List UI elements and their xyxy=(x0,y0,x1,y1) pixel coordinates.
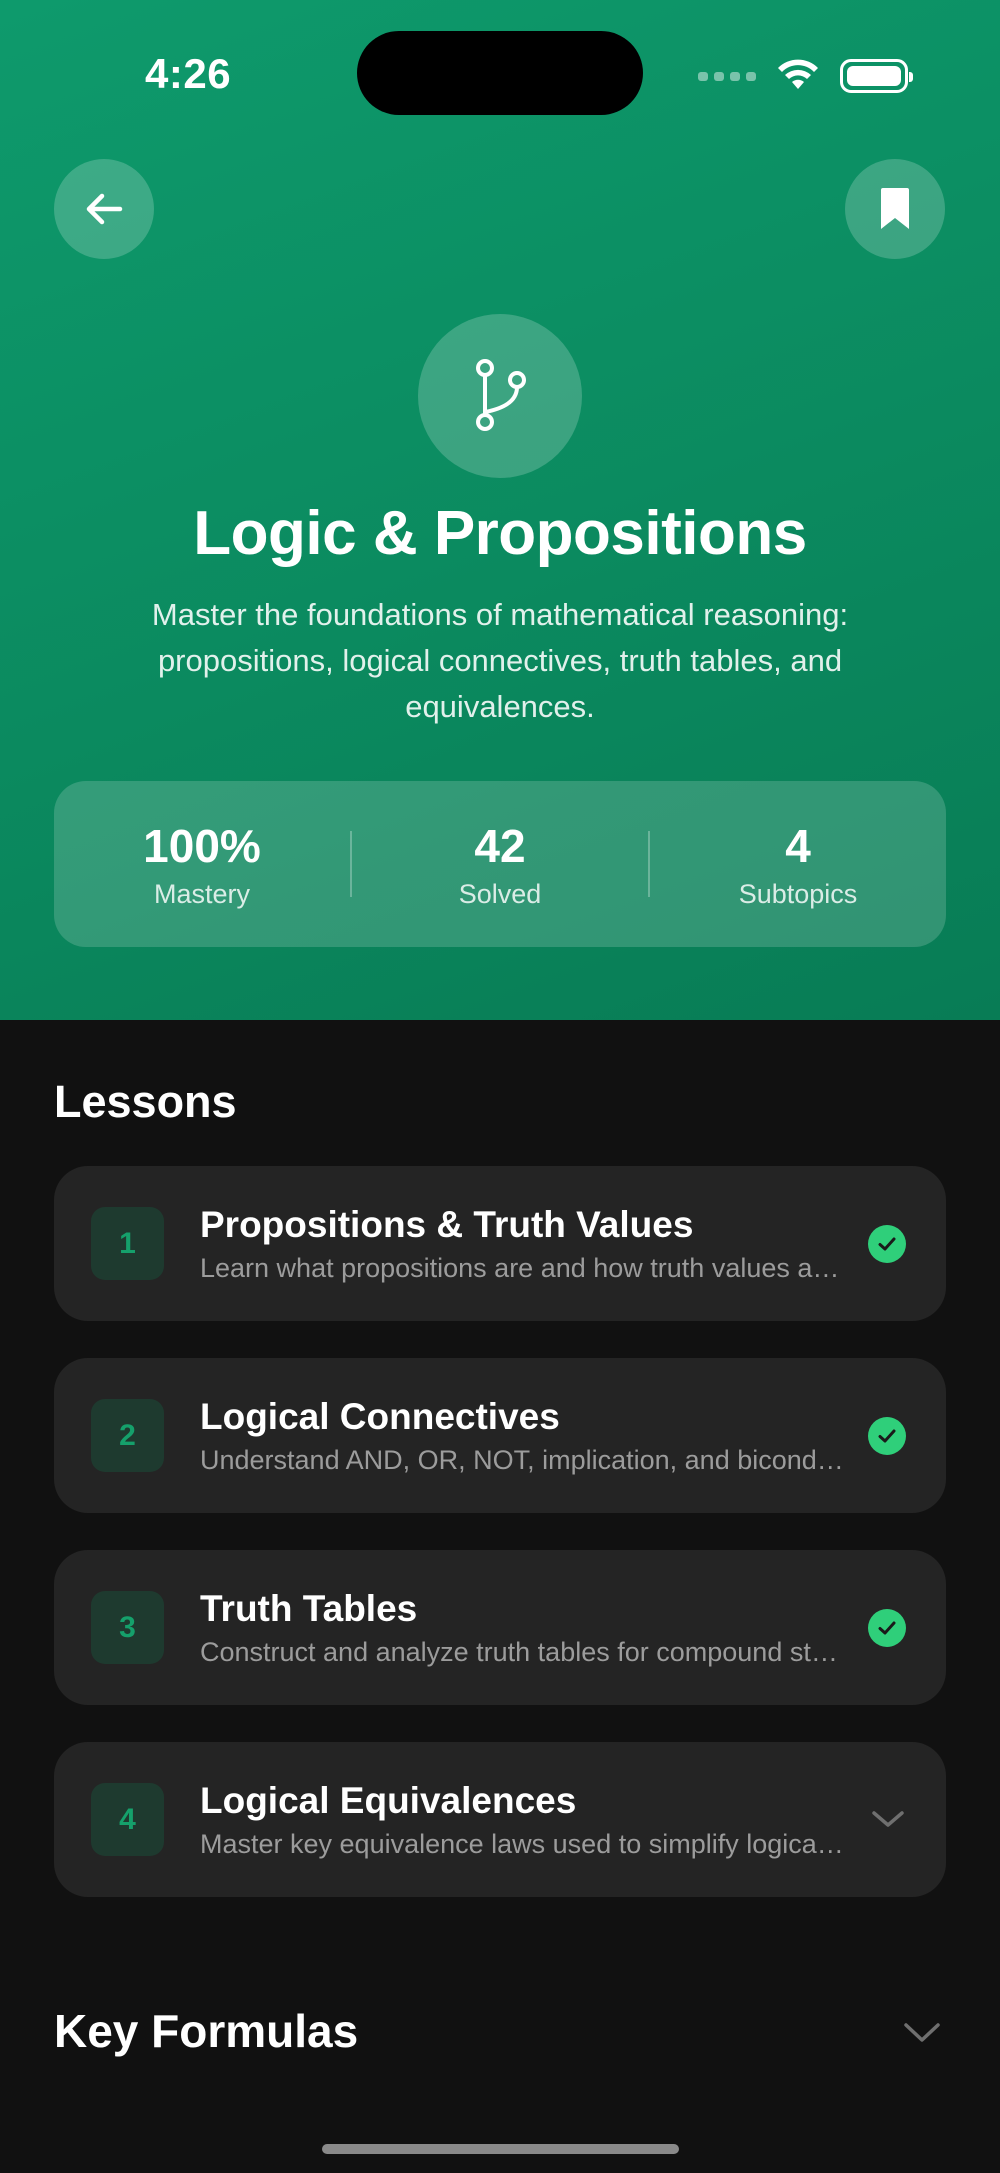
status-time: 4:26 xyxy=(145,50,232,97)
check-circle-icon xyxy=(868,1225,906,1263)
lesson-subtitle: Learn what propositions are and how trut… xyxy=(200,1253,845,1283)
arrow-left-icon xyxy=(86,193,123,225)
lesson-subtitle: Construct and analyze truth tables for c… xyxy=(200,1637,845,1667)
stats-card: 100% Mastery 42 Solved 4 Subtopics xyxy=(54,781,946,947)
chevron-down-icon[interactable] xyxy=(902,2018,942,2048)
bookmark-icon xyxy=(881,188,909,229)
lessons-heading: Lessons xyxy=(54,1076,237,1127)
lesson-card[interactable]: 1 Propositions & Truth Values Learn what… xyxy=(54,1166,946,1321)
lesson-card[interactable]: 2 Logical Connectives Understand AND, OR… xyxy=(54,1358,946,1513)
bookmark-button[interactable] xyxy=(845,159,945,259)
lesson-subtitle: Understand AND, OR, NOT, implication, an… xyxy=(200,1445,845,1475)
lesson-subtitle: Master key equivalence laws used to simp… xyxy=(200,1829,845,1859)
lesson-number: 4 xyxy=(91,1783,164,1856)
lesson-number: 1 xyxy=(91,1207,164,1280)
key-formulas-heading[interactable]: Key Formulas xyxy=(54,2004,358,2058)
stat-label: Mastery xyxy=(153,878,251,909)
chevron-down-icon[interactable] xyxy=(868,1804,908,1834)
status-icons xyxy=(698,56,913,96)
git-branch-icon xyxy=(476,359,526,431)
lesson-number: 2 xyxy=(91,1399,164,1472)
topic-title: Logic & Propositions xyxy=(193,499,807,568)
stat-value: 4 xyxy=(785,819,811,872)
stat-label: Solved xyxy=(458,878,542,909)
stat-value: 42 xyxy=(474,819,526,872)
lesson-title: Propositions & Truth Values xyxy=(200,1204,694,1245)
lesson-title: Truth Tables xyxy=(200,1588,418,1629)
lesson-number: 3 xyxy=(91,1591,164,1664)
stat-subtopics: 4 Subtopics xyxy=(650,819,946,910)
stat-mastery: 100% Mastery xyxy=(54,819,350,910)
back-button[interactable] xyxy=(54,159,154,259)
lesson-title: Logical Equivalences xyxy=(200,1780,577,1821)
check-circle-icon xyxy=(868,1609,906,1647)
topic-description: Master the foundations of mathematical r… xyxy=(151,597,849,724)
lesson-title: Logical Connectives xyxy=(200,1396,560,1437)
lesson-card[interactable]: 4 Logical Equivalences Master key equiva… xyxy=(54,1742,946,1897)
stat-value: 100% xyxy=(143,819,261,872)
topic-header: 4:26 Logic & Propositions Master the fou… xyxy=(0,0,1000,1020)
wifi-icon xyxy=(778,59,818,89)
stat-solved: 42 Solved xyxy=(352,819,648,910)
battery-icon xyxy=(840,59,913,93)
cellular-signal-icon xyxy=(698,71,756,81)
home-indicator xyxy=(322,2144,679,2154)
dynamic-island xyxy=(357,31,643,115)
lesson-card[interactable]: 3 Truth Tables Construct and analyze tru… xyxy=(54,1550,946,1705)
stat-label: Subtopics xyxy=(738,878,858,909)
topic-icon-badge xyxy=(418,314,582,478)
check-circle-icon xyxy=(868,1417,906,1455)
